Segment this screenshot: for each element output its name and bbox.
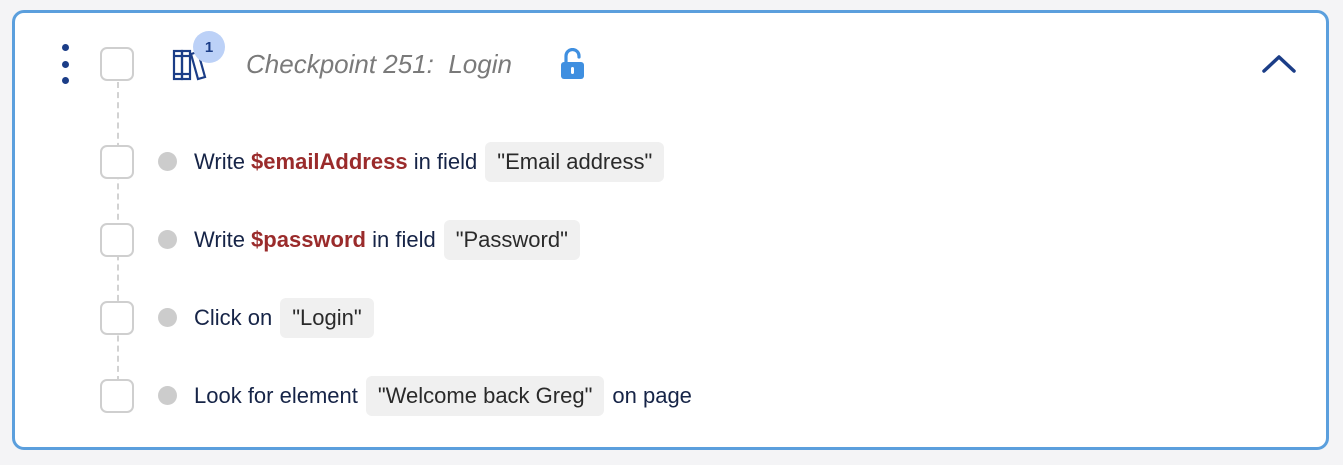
step-status-dot bbox=[158, 152, 177, 171]
step-checkbox[interactable] bbox=[100, 379, 134, 413]
step-status-dot bbox=[158, 308, 177, 327]
step-text: in field bbox=[407, 149, 478, 174]
checkpoint-title[interactable]: Checkpoint 251: Login bbox=[246, 49, 512, 80]
step-text: Click on bbox=[194, 305, 273, 330]
step-checkbox[interactable] bbox=[100, 145, 134, 179]
step-status-dot bbox=[158, 230, 177, 249]
chevron-up-icon[interactable] bbox=[1260, 50, 1298, 76]
step-target-chip[interactable]: "Password" bbox=[443, 220, 580, 260]
step-checkbox[interactable] bbox=[100, 301, 134, 335]
step-target-chip[interactable]: "Welcome back Greg" bbox=[365, 376, 605, 416]
step-row[interactable]: Click on "Login" bbox=[194, 297, 382, 339]
checkpoint-checkbox[interactable] bbox=[100, 47, 134, 81]
step-status-dot bbox=[158, 386, 177, 405]
step-row[interactable]: Write $emailAddress in field "Email addr… bbox=[194, 141, 672, 183]
step-text: in field bbox=[365, 227, 436, 252]
checkpoint-count-badge: 1 bbox=[193, 31, 225, 63]
step-target-chip[interactable]: "Email address" bbox=[485, 142, 665, 182]
step-checkbox[interactable] bbox=[100, 223, 134, 257]
unlocked-padlock-icon[interactable] bbox=[559, 48, 586, 80]
step-text: Write bbox=[194, 227, 252, 252]
step-text: on page bbox=[612, 383, 692, 408]
step-text: Write bbox=[194, 149, 252, 174]
kebab-menu-icon[interactable] bbox=[58, 44, 72, 84]
step-row[interactable]: Write $password in field "Password" bbox=[194, 219, 588, 261]
step-variable: $password bbox=[251, 227, 366, 252]
step-variable: $emailAddress bbox=[251, 149, 408, 174]
step-target-chip[interactable]: "Login" bbox=[280, 298, 374, 338]
step-row[interactable]: Look for element "Welcome back Greg" on … bbox=[194, 375, 692, 417]
step-text: Look for element bbox=[194, 383, 358, 408]
